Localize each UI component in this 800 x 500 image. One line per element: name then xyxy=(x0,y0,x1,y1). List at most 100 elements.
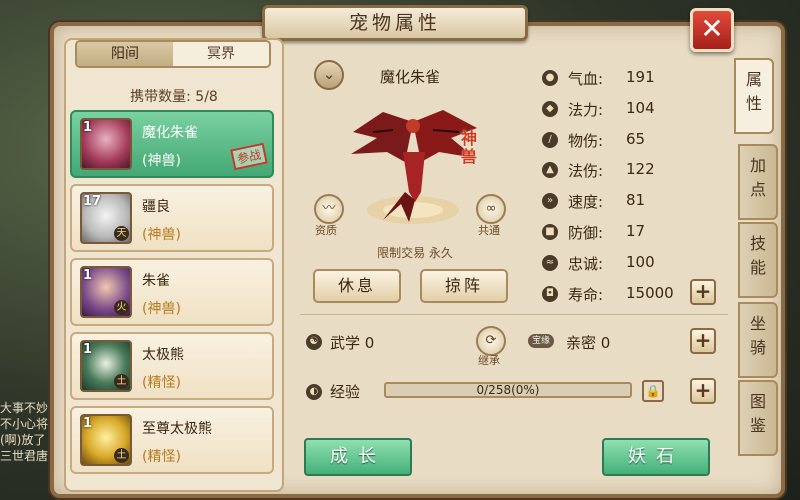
stat-row: ● 气血: 191 xyxy=(540,64,730,95)
shared-label: 共通 xyxy=(478,224,500,237)
experience-icon: ◐ xyxy=(306,384,322,400)
pet-avatar: 17 天 xyxy=(80,192,132,244)
experience-label: 经验 xyxy=(330,383,361,401)
pet-name: 太极熊 xyxy=(142,347,184,363)
tab-codex[interactable]: 图鉴 xyxy=(738,380,778,456)
chat-log[interactable]: 大事不妙 不小心将 (啊)放了 三世君唐 xyxy=(0,400,52,464)
chat-line: 三世君唐 xyxy=(0,449,49,463)
shield-icon: ■ xyxy=(542,223,558,240)
carry-count: 携带数量: 5/8 xyxy=(130,89,218,105)
pet-item-taiji-bear[interactable]: 1 土 太极熊 (精怪) xyxy=(70,332,274,400)
pet-type: (精怪) xyxy=(142,449,181,465)
intimacy-plus-button[interactable]: + xyxy=(690,328,716,354)
chat-line: 大事不妙 xyxy=(0,401,49,415)
stat-label: 法力: xyxy=(568,100,604,119)
close-button[interactable]: ✕ xyxy=(690,8,734,52)
stat-label: 防御: xyxy=(568,223,604,242)
pet-list: 1 魔化朱雀 (神兽) 参战 17 天 疆良 (神兽) 1 火 朱雀 (神兽) … xyxy=(70,110,274,480)
lifespan-icon: ◘ xyxy=(542,285,558,302)
chat-line: (啊)放了 xyxy=(0,433,46,447)
pet-name: 疆良 xyxy=(142,199,170,215)
pet-avatar: 1 火 xyxy=(80,266,132,318)
shared-icon[interactable]: ∞ xyxy=(476,194,506,224)
rest-button[interactable]: 休息 xyxy=(313,269,401,303)
element-badge: 土 xyxy=(114,374,129,389)
element-badge: 火 xyxy=(114,300,129,315)
intimacy-tag: 宝缘 xyxy=(528,334,554,348)
pet-item-mohua-zhuque[interactable]: 1 魔化朱雀 (神兽) 参战 xyxy=(70,110,274,178)
pet-item-supreme-taiji-bear[interactable]: 1 土 至尊太极熊 (精怪) xyxy=(70,406,274,474)
aptitude-icon[interactable]: 〰 xyxy=(314,194,344,224)
experience-text: 0/258(0%) xyxy=(476,383,540,397)
pet-level: 1 xyxy=(83,268,93,283)
experience-plus-button[interactable]: + xyxy=(690,378,716,404)
stat-row: / 物伤: 65 xyxy=(540,126,730,157)
aptitude-label: 资质 xyxy=(315,224,337,237)
stat-label: 气血: xyxy=(568,70,604,88)
stats-list: ● 气血: 191 ◆ 法力: 104 / 物伤: 65 ▲ 法伤: 122 »… xyxy=(540,64,730,310)
chevron-down-icon[interactable]: ⌄ xyxy=(314,60,344,90)
stat-label: 寿命: xyxy=(568,285,604,304)
divider xyxy=(300,314,728,315)
in-battle-stamp: 参战 xyxy=(230,142,268,171)
tab-mount[interactable]: 坐骑 xyxy=(738,302,778,378)
intimacy-label: 亲密 0 xyxy=(566,334,611,352)
grow-button[interactable]: 成长 xyxy=(304,438,412,476)
stat-row: ◆ 法力: 104 xyxy=(540,95,730,126)
battle-assist-button[interactable]: 掠阵 xyxy=(420,269,508,303)
stat-label: 速度: xyxy=(568,193,604,212)
stat-row: ▲ 法伤: 122 xyxy=(540,156,730,187)
inherit-label: 继承 xyxy=(478,354,500,367)
pet-level: 1 xyxy=(83,416,93,431)
martial-icon: ☯ xyxy=(306,334,322,350)
mana-icon: ◆ xyxy=(542,100,558,117)
blood-icon: ● xyxy=(542,70,558,86)
lock-icon[interactable]: 🔒 xyxy=(642,380,664,402)
stat-value: 104 xyxy=(626,98,655,117)
pet-type: (神兽) xyxy=(142,153,181,169)
tab-add-points[interactable]: 加点 xyxy=(738,144,778,220)
speed-icon: » xyxy=(542,193,558,210)
stat-label: 法伤: xyxy=(568,162,604,181)
pet-level: 1 xyxy=(83,120,93,135)
stat-value: 65 xyxy=(626,129,646,148)
realm-tabs: 阳间 冥界 xyxy=(75,40,271,68)
demon-stone-button[interactable]: 妖石 xyxy=(602,438,710,476)
handshake-icon: ≈ xyxy=(542,254,558,271)
stat-value: 17 xyxy=(626,221,646,240)
divine-beast-tag: 神兽 xyxy=(460,129,477,166)
pet-avatar: 1 土 xyxy=(80,340,132,392)
pet-name: 魔化朱雀 xyxy=(142,125,198,141)
pet-avatar: 1 xyxy=(80,118,132,170)
element-badge: 土 xyxy=(114,448,129,463)
stat-row: » 速度: 81 xyxy=(540,187,730,218)
chat-line: 不小心将 xyxy=(0,417,49,431)
stat-row: ≈ 忠诚: 100 xyxy=(540,249,730,280)
tab-skills[interactable]: 技能 xyxy=(738,222,778,298)
stat-value: 100 xyxy=(626,252,655,271)
pet-display-name: 魔化朱雀 xyxy=(379,68,440,86)
stat-value: 122 xyxy=(626,160,655,179)
fire-icon: ▲ xyxy=(542,162,558,179)
pet-type: (精怪) xyxy=(142,375,181,391)
pet-level: 1 xyxy=(83,342,93,357)
trade-restriction: 限制交易 永久 xyxy=(377,246,453,260)
pet-level: 17 xyxy=(83,194,102,209)
stat-value: 81 xyxy=(626,191,646,210)
tab-yangjian[interactable]: 阳间 xyxy=(77,42,173,66)
sword-icon: / xyxy=(542,131,558,148)
martial-label: 武学 0 xyxy=(330,334,375,352)
stat-value: 15000 xyxy=(626,283,674,302)
stat-row: ■ 防御: 17 xyxy=(540,218,730,249)
pet-name: 朱雀 xyxy=(142,273,170,289)
tab-attributes[interactable]: 属性 xyxy=(734,58,774,134)
lifespan-plus-button[interactable]: + xyxy=(690,279,716,305)
stat-label: 忠诚: xyxy=(568,254,604,273)
pet-item-zhuque[interactable]: 1 火 朱雀 (神兽) xyxy=(70,258,274,326)
tab-mingjie[interactable]: 冥界 xyxy=(173,42,269,66)
pet-item-jiangliang[interactable]: 17 天 疆良 (神兽) xyxy=(70,184,274,252)
stat-value: 191 xyxy=(626,68,655,86)
pet-type: (神兽) xyxy=(142,301,181,317)
experience-bar: 0/258(0%) xyxy=(384,382,632,398)
pet-name: 至尊太极熊 xyxy=(142,421,212,437)
